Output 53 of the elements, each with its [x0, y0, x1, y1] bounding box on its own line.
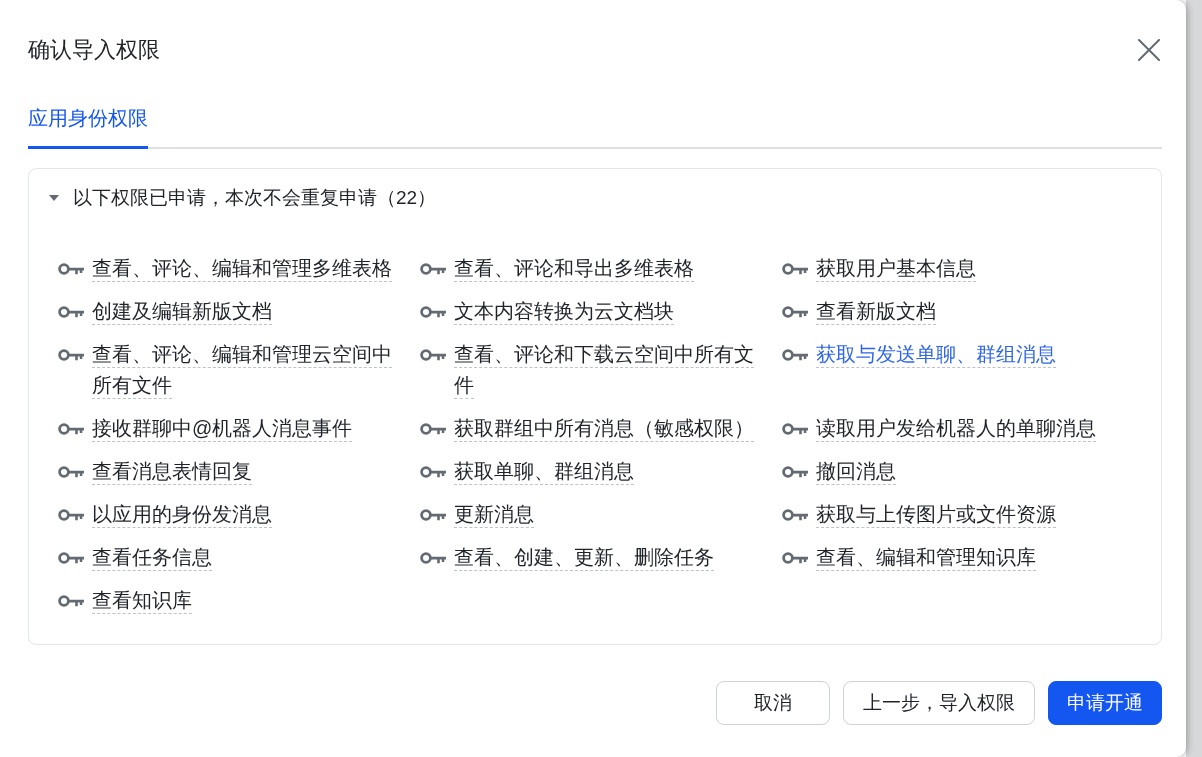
- close-button[interactable]: [1138, 39, 1160, 61]
- permission-item[interactable]: 创建及编辑新版文档: [92, 296, 272, 327]
- permission-item[interactable]: 获取单聊、群组消息: [454, 456, 634, 487]
- submit-button[interactable]: 申请开通: [1048, 681, 1162, 725]
- permission-item[interactable]: 获取与发送单聊、群组消息: [816, 339, 1056, 370]
- key-icon: [58, 508, 84, 521]
- key-icon: [782, 305, 808, 318]
- permission-item[interactable]: 查看消息表情回复: [92, 456, 252, 487]
- permission-item[interactable]: 查看、评论和下载云空间中所有文件: [454, 339, 758, 401]
- key-icon: [420, 348, 446, 361]
- permission-item[interactable]: 文本内容转换为云文档块: [454, 296, 674, 327]
- key-icon: [782, 465, 808, 478]
- key-icon: [420, 465, 446, 478]
- key-icon: [58, 305, 84, 318]
- key-icon: [782, 422, 808, 435]
- group-toggle[interactable]: 以下权限已申请，本次不会重复申请（22）: [49, 183, 437, 213]
- permission-item[interactable]: 更新消息: [454, 499, 534, 530]
- key-icon: [58, 594, 84, 607]
- key-icon: [58, 551, 84, 564]
- key-icon: [782, 508, 808, 521]
- permission-item[interactable]: 获取群组中所有消息（敏感权限）: [454, 413, 754, 444]
- key-icon: [782, 262, 808, 275]
- key-icon: [420, 305, 446, 318]
- key-icon: [420, 422, 446, 435]
- permission-item[interactable]: 查看、评论、编辑和管理多维表格: [92, 253, 392, 284]
- key-icon: [58, 465, 84, 478]
- permission-item[interactable]: 查看知识库: [92, 585, 192, 616]
- key-icon: [782, 551, 808, 564]
- key-icon: [58, 348, 84, 361]
- key-icon: [420, 262, 446, 275]
- permission-item[interactable]: 查看、评论、编辑和管理云空间中所有文件: [92, 339, 396, 401]
- permission-item[interactable]: 获取用户基本信息: [816, 253, 976, 284]
- key-icon: [420, 551, 446, 564]
- permission-item[interactable]: 查看新版文档: [816, 296, 936, 327]
- dialog-title: 确认导入权限: [28, 36, 160, 64]
- secondary-button[interactable]: 上一步，导入权限: [843, 681, 1035, 725]
- permission-item[interactable]: 接收群聊中@机器人消息事件: [92, 413, 353, 444]
- key-icon: [782, 348, 808, 361]
- close-icon: [1138, 39, 1160, 61]
- permission-item[interactable]: 查看、创建、更新、删除任务: [454, 542, 714, 573]
- permission-item[interactable]: 查看、编辑和管理知识库: [816, 542, 1036, 573]
- key-icon: [420, 508, 446, 521]
- tab[interactable]: 应用身份权限: [28, 104, 148, 149]
- permission-item[interactable]: 以应用的身份发消息: [92, 499, 272, 530]
- permission-item[interactable]: 获取与上传图片或文件资源: [816, 499, 1056, 530]
- key-icon: [58, 262, 84, 275]
- secondary-button[interactable]: 取消: [716, 681, 830, 725]
- permission-item[interactable]: 撤回消息: [816, 456, 896, 487]
- caret-icon: [49, 195, 59, 201]
- key-icon: [58, 422, 84, 435]
- permission-item[interactable]: 读取用户发给机器人的单聊消息: [816, 413, 1096, 444]
- permission-item[interactable]: 查看、评论和导出多维表格: [454, 253, 694, 284]
- permission-item[interactable]: 查看任务信息: [92, 542, 212, 573]
